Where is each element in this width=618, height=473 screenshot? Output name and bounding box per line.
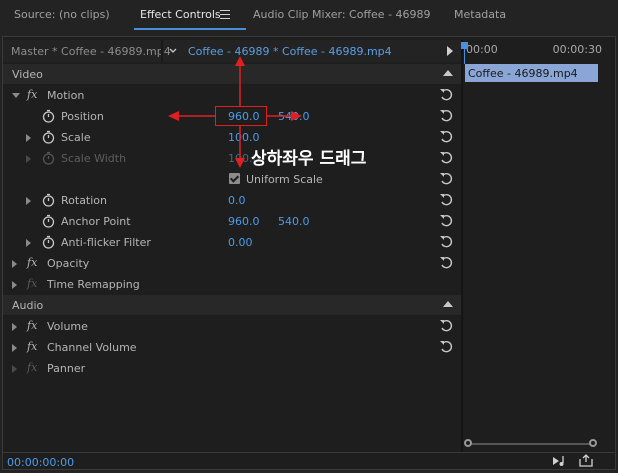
time-ruler[interactable]: 00:00 00:00:30 (464, 42, 614, 60)
fx-icon[interactable]: fx (27, 340, 37, 353)
fx-icon[interactable]: fx (27, 256, 37, 269)
panel-splitter[interactable] (461, 40, 463, 452)
rotation-label: Rotation (61, 194, 108, 207)
reset-icon[interactable] (439, 214, 453, 228)
anchor-y-value[interactable]: 540.0 (278, 215, 310, 228)
stopwatch-icon[interactable] (42, 214, 55, 228)
anti-flicker-value[interactable]: 0.00 (228, 236, 253, 249)
param-row-anti-flicker[interactable]: Anti-flicker Filter 0.00 (3, 232, 461, 253)
reset-icon[interactable] (439, 340, 453, 354)
stopwatch-icon (42, 151, 55, 165)
param-row-anchor-point[interactable]: Anchor Point 960.0 540.0 (3, 211, 461, 232)
param-row-rotation[interactable]: Rotation 0.0 (3, 190, 461, 211)
reset-icon[interactable] (439, 256, 453, 270)
reset-icon[interactable] (439, 151, 453, 165)
expand-right-icon[interactable] (26, 134, 31, 142)
reset-icon[interactable] (439, 193, 453, 207)
anti-flicker-label: Anti-flicker Filter (61, 236, 151, 249)
tab-source[interactable]: Source: (no clips) (14, 8, 110, 21)
fx-icon: fx (27, 361, 38, 374)
expand-right-icon[interactable] (26, 239, 31, 247)
ruler-start-time: 00:00 (466, 43, 498, 56)
expand-right-icon[interactable] (12, 365, 17, 373)
scale-label: Scale (61, 131, 91, 144)
section-audio[interactable]: Audio (3, 295, 461, 316)
fx-icon: fx (27, 277, 38, 290)
panner-label: Panner (47, 362, 86, 375)
section-audio-label: Audio (12, 299, 44, 312)
panel-menu-icon[interactable] (220, 10, 230, 19)
drag-direction-arrows-icon (168, 56, 302, 168)
effect-row-volume[interactable]: fx Volume (3, 316, 461, 337)
expand-right-icon[interactable] (26, 197, 31, 205)
ruler-end-time: 00:00:30 (552, 43, 602, 56)
anchor-x-value[interactable]: 960.0 (228, 215, 260, 228)
motion-label: Motion (47, 89, 85, 102)
effect-row-time-remapping[interactable]: fx Time Remapping (3, 274, 461, 295)
expand-down-icon[interactable] (12, 93, 20, 98)
drag-instruction-text: 상하좌우 드래그 (251, 149, 367, 169)
effect-row-channel-volume[interactable]: fx Channel Volume (3, 337, 461, 358)
reset-icon[interactable] (439, 319, 453, 333)
expand-right-icon (26, 155, 31, 163)
collapse-up-icon[interactable] (443, 301, 453, 307)
effect-row-panner[interactable]: fx Panner (3, 358, 461, 379)
play-triangle-icon[interactable] (447, 46, 453, 56)
zoom-scrollbar[interactable] (468, 443, 594, 445)
volume-label: Volume (47, 320, 88, 333)
expand-right-icon[interactable] (12, 344, 17, 352)
expand-right-icon[interactable] (12, 323, 17, 331)
reset-icon[interactable] (439, 172, 453, 186)
fx-icon[interactable]: fx (27, 88, 37, 101)
tab-metadata[interactable]: Metadata (454, 8, 506, 21)
reset-icon[interactable] (439, 109, 453, 123)
opacity-label: Opacity (47, 257, 90, 270)
collapse-up-icon[interactable] (443, 70, 453, 76)
active-tab-indicator (134, 28, 246, 30)
reset-icon[interactable] (439, 130, 453, 144)
play-audio-icon[interactable] (552, 455, 568, 467)
expand-right-icon[interactable] (12, 260, 17, 268)
expand-right-icon[interactable] (12, 281, 17, 289)
channel-volume-label: Channel Volume (47, 341, 137, 354)
stopwatch-icon[interactable] (42, 130, 55, 144)
tab-effect-controls[interactable]: Effect Controls (140, 8, 221, 21)
section-video-label: Video (12, 68, 43, 81)
timeline-clip[interactable]: Coffee - 46989.mp4 (465, 64, 598, 82)
effect-row-opacity[interactable]: fx Opacity (3, 253, 461, 274)
timeline-clip-label: Coffee - 46989.mp4 (468, 67, 578, 80)
stopwatch-icon[interactable] (42, 193, 55, 207)
scroll-end-handle[interactable] (589, 439, 597, 447)
export-icon[interactable] (578, 454, 594, 467)
time-remapping-label: Time Remapping (47, 278, 140, 291)
footer-bar (3, 452, 615, 470)
reset-icon[interactable] (439, 235, 453, 249)
playhead-line[interactable] (464, 42, 465, 64)
master-clip-label[interactable]: Master * Coffee - 46989.mp4 (11, 45, 171, 58)
reset-icon[interactable] (439, 88, 453, 102)
position-label: Position (61, 110, 104, 123)
rotation-value[interactable]: 0.0 (228, 194, 246, 207)
stopwatch-icon[interactable] (42, 109, 55, 123)
stopwatch-icon[interactable] (42, 235, 55, 249)
current-timecode[interactable]: 00:00:00:00 (7, 456, 74, 469)
fx-icon[interactable]: fx (27, 319, 37, 332)
anchor-point-label: Anchor Point (61, 215, 131, 228)
scale-width-label: Scale Width (61, 152, 127, 165)
scroll-start-handle[interactable] (464, 439, 472, 447)
tab-audio-clip-mixer[interactable]: Audio Clip Mixer: Coffee - 46989 (253, 8, 431, 21)
